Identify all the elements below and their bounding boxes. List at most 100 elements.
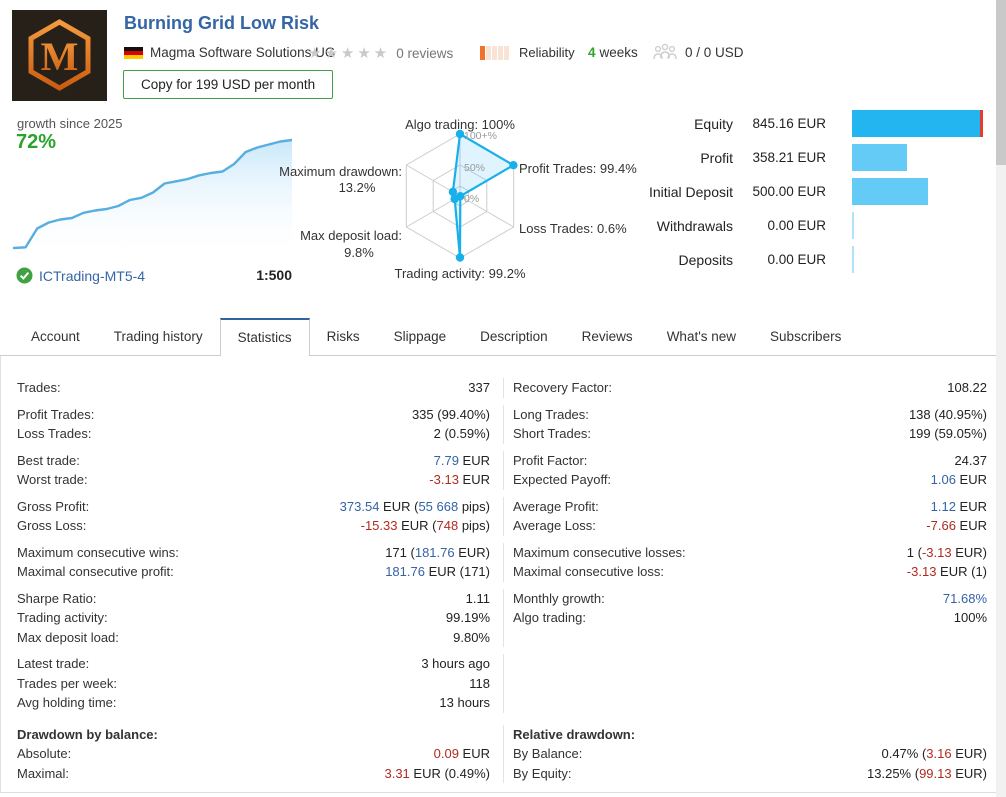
stat-label: Gross Profit: <box>17 499 89 514</box>
stat-group-right: Monthly growth:71.68%Algo trading:100% <box>503 589 1005 648</box>
stat-row: Loss Trades:2 (0.59%) <box>17 424 490 444</box>
stat-row: Average Profit:1.12 EUR <box>513 497 987 517</box>
bar-fill <box>852 212 854 239</box>
stat-value-segment: 199 (59.05%) <box>909 426 987 441</box>
stat-value: 199 (59.05%) <box>909 426 987 441</box>
copy-signal-button[interactable]: Copy for 199 USD per month <box>123 70 333 99</box>
tab-subscribers[interactable]: Subscribers <box>753 318 858 355</box>
tab-statistics[interactable]: Statistics <box>220 318 310 356</box>
stat-value: 118 <box>469 676 490 691</box>
stat-group: Trades:337Recovery Factor:108.22 <box>1 378 1005 398</box>
stat-group: Maximum consecutive wins:171 (181.76 EUR… <box>1 543 1005 582</box>
stat-label: Gross Loss: <box>17 518 86 533</box>
stat-value-segment: 9.80% <box>453 630 490 645</box>
account-row: ICTrading-MT5-4 <box>16 267 145 284</box>
stat-value-segment: EUR (1) <box>936 564 987 579</box>
svg-text:M: M <box>41 34 79 79</box>
radar-ring-label: 50% <box>464 162 485 174</box>
stat-group-right <box>503 654 1005 713</box>
stat-group: Latest trade:3 hours agoTrades per week:… <box>1 654 1005 713</box>
signal-age: 4weeks <box>588 45 638 60</box>
stat-label: Trading activity: <box>17 610 108 625</box>
stat-row: Latest trade:3 hours ago <box>17 654 490 674</box>
stat-value-segment: 1.12 <box>931 499 956 514</box>
equity-row-withdrawals: Withdrawals0.00 EUR <box>645 212 991 239</box>
bar-fill <box>852 246 854 273</box>
radar-axis-label: Max deposit load: <box>300 228 402 243</box>
stat-label: Maximal: <box>17 766 69 781</box>
stat-value-segment: 748 <box>437 518 459 533</box>
stat-label: Profit Factor: <box>513 453 587 468</box>
stat-label: Drawdown by balance: <box>17 727 158 742</box>
tab-reviews[interactable]: Reviews <box>565 318 650 355</box>
reliability-label: Reliability <box>519 45 575 60</box>
radar-axis-label: 9.8% <box>344 245 374 260</box>
reviews-link[interactable]: 0 reviews <box>396 46 453 61</box>
stat-group-right: Long Trades:138 (40.95%)Short Trades: 199… <box>503 405 1005 444</box>
stat-group-left: Sharpe Ratio:1.11Trading activity:99.19%… <box>1 589 503 648</box>
stat-row: Trades:337 <box>17 378 490 398</box>
stat-value-segment: 7.79 <box>434 453 459 468</box>
stat-row: Maximal consecutive loss:-3.13 EUR (1) <box>513 562 987 582</box>
stat-value-segment: 71.68% <box>943 591 987 606</box>
scrollbar-thumb[interactable] <box>996 0 1006 165</box>
stat-row: Sharpe Ratio:1.11 <box>17 589 490 609</box>
radar-ring-label: 0% <box>464 193 479 205</box>
tab-account[interactable]: Account <box>14 318 97 355</box>
page-scrollbar <box>996 0 1006 797</box>
stat-row: Worst trade: -3.13 EUR <box>17 470 490 490</box>
signal-logo: M <box>12 10 107 101</box>
equity-row-bar <box>852 212 990 239</box>
radar-axis-label: Profit Trades: 99.4% <box>519 161 637 176</box>
stat-label: Recovery Factor: <box>513 380 612 395</box>
germany-flag-icon <box>124 47 143 59</box>
stat-value: 3.31 EUR (0.49%) <box>384 766 490 781</box>
stat-group-left: Profit Trades:335 (99.40%)Loss Trades:2 … <box>1 405 503 444</box>
stat-row-empty <box>513 654 987 674</box>
equity-row-value: 500.00 EUR <box>733 184 826 199</box>
stat-row: Short Trades: 199 (59.05%) <box>513 424 987 444</box>
stat-group-left: Latest trade:3 hours agoTrades per week:… <box>1 654 503 713</box>
page-title: Burning Grid Low Risk <box>124 13 319 34</box>
stat-group-left: Trades:337 <box>1 378 503 398</box>
tab-what-s-new[interactable]: What's new <box>650 318 753 355</box>
account-link[interactable]: ICTrading-MT5-4 <box>39 268 145 284</box>
equity-panel: Equity845.16 EURProfit358.21 EURInitial … <box>645 110 991 280</box>
stat-value: -3.13 EUR (1) <box>907 564 987 579</box>
tab-description[interactable]: Description <box>463 318 565 355</box>
stat-row: Profit Factor:24.37 <box>513 451 987 471</box>
stat-row: Relative drawdown: <box>513 725 987 745</box>
stat-row: Drawdown by balance: <box>17 725 490 745</box>
stat-value-segment: EUR ( <box>379 499 418 514</box>
stat-value: -3.13 EUR <box>429 472 490 487</box>
stat-value-segment: 13.25% ( <box>867 766 919 781</box>
stat-value-segment: 171 ( <box>385 545 415 560</box>
stat-value-segment: EUR <box>459 746 490 761</box>
leverage-value: 1:500 <box>224 267 292 283</box>
bar-fill <box>852 144 907 171</box>
stat-group: Drawdown by balance:Absolute:0.09 EURMax… <box>1 725 1005 784</box>
stat-row: Best trade:7.79 EUR <box>17 451 490 471</box>
stat-value: 71.68% <box>943 591 987 606</box>
stat-value: 3 hours ago <box>421 656 490 671</box>
equity-row-value: 0.00 EUR <box>733 252 826 267</box>
stat-value: 1.06 EUR <box>931 472 987 487</box>
tab-trading-history[interactable]: Trading history <box>97 318 220 355</box>
stat-row: Trades per week:118 <box>17 674 490 694</box>
author-row: Magma Software Solutions UG <box>124 45 335 60</box>
stat-label: Relative drawdown: <box>513 727 635 742</box>
equity-row-bar <box>852 246 990 273</box>
stat-group: Gross Profit:373.54 EUR (55 668 pips)Gro… <box>1 497 1005 536</box>
stat-row: By Equity:13.25% (99.13 EUR) <box>513 764 987 784</box>
stat-label: Maximum consecutive wins: <box>17 545 179 560</box>
stat-label: Worst trade: <box>17 472 88 487</box>
stat-row: Long Trades:138 (40.95%) <box>513 405 987 425</box>
tab-risks[interactable]: Risks <box>310 318 377 355</box>
stat-label: Average Profit: <box>513 499 599 514</box>
stat-group-right: Maximum consecutive losses:1 (-3.13 EUR)… <box>503 543 1005 582</box>
stat-label: By Equity: <box>513 766 572 781</box>
tab-slippage[interactable]: Slippage <box>377 318 464 355</box>
stat-row: Average Loss:-7.66 EUR <box>513 516 987 536</box>
stat-label: Short Trades: <box>513 426 591 441</box>
rating-row: ★★★★★ 0 reviews <box>308 44 453 62</box>
